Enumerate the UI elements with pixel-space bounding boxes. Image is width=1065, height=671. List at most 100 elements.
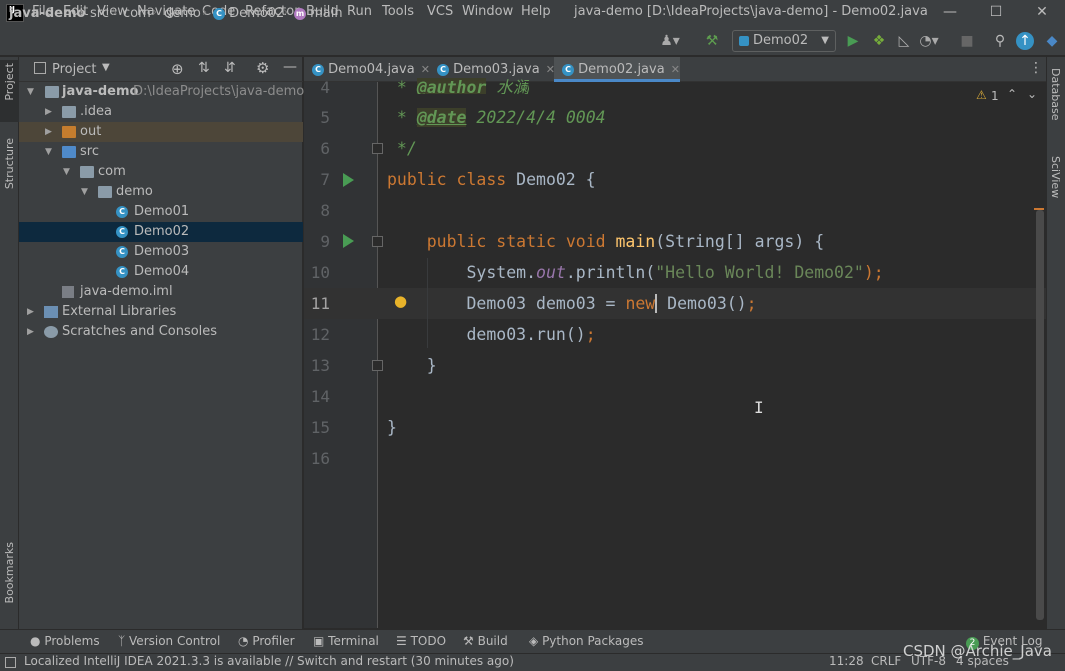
tree-item-src[interactable]: ▼ src bbox=[19, 142, 303, 162]
breadcrumb-project[interactable]: java-demo bbox=[9, 6, 85, 21]
breadcrumb-class[interactable]: C Demo02 bbox=[213, 6, 284, 21]
tree-item-label: .idea bbox=[80, 104, 112, 119]
class-icon: C bbox=[116, 246, 128, 258]
project-panel-title[interactable]: Project bbox=[52, 62, 96, 77]
chevron-down-icon[interactable]: ⌄ bbox=[1027, 87, 1037, 101]
version-control-tool-button[interactable]: ᛉ Version Control bbox=[118, 634, 220, 648]
chevron-right-icon: › bbox=[79, 5, 85, 20]
run-icon[interactable]: ▶ bbox=[843, 31, 863, 51]
profiler-tool-button[interactable]: ◔ Profiler bbox=[238, 634, 295, 648]
menu-vcs[interactable]: VCS bbox=[427, 4, 453, 19]
tree-item-out[interactable]: ▶ out bbox=[19, 122, 303, 142]
tree-item-demo[interactable]: ▼ demo bbox=[19, 182, 303, 202]
close-icon[interactable]: ✕ bbox=[1019, 1, 1065, 25]
run-class-icon[interactable] bbox=[343, 173, 354, 187]
build-hammer-icon[interactable]: ⚒ bbox=[702, 31, 722, 51]
tool-label: Terminal bbox=[328, 634, 379, 648]
excluded-folder-icon bbox=[62, 126, 76, 138]
terminal-icon: ▣ bbox=[313, 634, 325, 648]
tree-item-external-libraries[interactable]: ▶ External Libraries bbox=[19, 302, 303, 322]
tool-label: Python Packages bbox=[542, 634, 644, 648]
libraries-icon bbox=[44, 306, 58, 318]
run-configuration-select[interactable]: Demo02 ▼ bbox=[732, 30, 836, 52]
coverage-icon[interactable]: ◺ bbox=[894, 31, 914, 51]
menu-run[interactable]: Run bbox=[347, 4, 372, 19]
tool-label: Problems bbox=[44, 634, 100, 648]
tab-demo02[interactable]: C Demo02.java ✕ bbox=[554, 57, 680, 82]
run-main-icon[interactable] bbox=[343, 234, 354, 248]
bookmarks-tool-tab[interactable]: Bookmarks bbox=[0, 540, 19, 620]
tree-item-path-hint: D:\IdeaProjects\java-demo bbox=[133, 84, 305, 99]
fold-icon[interactable] bbox=[372, 360, 383, 371]
fold-icon[interactable] bbox=[372, 143, 383, 154]
warning-icon[interactable]: ⚠ bbox=[976, 88, 987, 102]
breadcrumb-com[interactable]: com bbox=[123, 6, 151, 21]
profiler-icon: ◔ bbox=[238, 634, 249, 648]
line-number: 5 bbox=[320, 108, 330, 127]
run-config-icon bbox=[739, 35, 749, 46]
menu-tools[interactable]: Tools bbox=[382, 4, 414, 19]
project-tool-tab[interactable]: Project bbox=[0, 60, 19, 122]
code-line-13: } bbox=[387, 356, 437, 375]
chevron-up-icon[interactable]: ⌃ bbox=[1007, 87, 1017, 101]
breadcrumb-src[interactable]: src bbox=[90, 6, 109, 21]
right-tool-strip bbox=[1046, 57, 1065, 653]
locate-target-icon[interactable]: ⊕ bbox=[171, 60, 184, 78]
chevron-down-icon[interactable]: ▼ bbox=[102, 62, 110, 73]
tree-item-idea[interactable]: ▶ .idea bbox=[19, 102, 303, 122]
caret-position[interactable]: 11:28 bbox=[829, 654, 864, 668]
debug-icon[interactable]: ❖ bbox=[869, 31, 889, 51]
minimize-icon[interactable]: — bbox=[927, 1, 973, 25]
search-icon[interactable]: ⚲ bbox=[990, 31, 1010, 51]
class-icon: C bbox=[116, 226, 128, 238]
database-tool-tab[interactable]: Database bbox=[1047, 64, 1065, 134]
code-line-11: Demo03 demo03 = new Demo03(); bbox=[466, 294, 757, 313]
build-tool-button[interactable]: ⚒ Build bbox=[463, 634, 508, 648]
terminal-tool-button[interactable]: ▣ Terminal bbox=[313, 634, 379, 648]
tree-item-demo02[interactable]: C Demo02 bbox=[19, 222, 303, 242]
line-number: 14 bbox=[310, 387, 330, 406]
breadcrumb-demo[interactable]: demo bbox=[164, 6, 201, 21]
user-icon[interactable]: ♟▾ bbox=[660, 31, 680, 51]
todo-tool-button[interactable]: ☰ TODO bbox=[396, 634, 446, 648]
collapse-all-icon[interactable]: ⇵ bbox=[224, 60, 236, 76]
menu-help[interactable]: Help bbox=[521, 4, 551, 19]
editor-scrollbar[interactable] bbox=[1036, 210, 1044, 620]
sciview-tool-label: SciView bbox=[1049, 156, 1062, 199]
python-packages-tool-button[interactable]: ◈ Python Packages bbox=[529, 634, 643, 648]
tree-item-com[interactable]: ▼ com bbox=[19, 162, 303, 182]
problems-tool-button[interactable]: ● Problems bbox=[30, 634, 100, 648]
plugin-icon[interactable]: ◆ bbox=[1042, 31, 1062, 51]
line-separator[interactable]: CRLF bbox=[871, 654, 901, 668]
breadcrumb-class-label: Demo02 bbox=[229, 6, 285, 21]
menu-window[interactable]: Window bbox=[462, 4, 513, 19]
maximize-icon[interactable]: ☐ bbox=[973, 1, 1019, 25]
tree-item-java-demo[interactable]: ▼ java-demo D:\IdeaProjects\java-demo bbox=[19, 82, 305, 102]
tree-item-demo01[interactable]: C Demo01 bbox=[19, 202, 303, 222]
hide-panel-icon[interactable]: — bbox=[283, 59, 297, 75]
method-icon: m bbox=[294, 7, 306, 20]
structure-tool-tab[interactable]: Structure bbox=[0, 136, 19, 206]
toggle-tool-windows-icon[interactable] bbox=[5, 657, 16, 668]
profile-icon[interactable]: ◔▾ bbox=[919, 31, 939, 51]
todo-icon: ☰ bbox=[396, 634, 407, 648]
class-icon: C bbox=[562, 63, 574, 76]
status-message[interactable]: Localized IntelliJ IDEA 2021.3.3 is avai… bbox=[24, 654, 514, 668]
expand-all-icon[interactable]: ⇅ bbox=[198, 60, 210, 76]
more-tabs-icon[interactable]: ⋮ bbox=[1029, 60, 1043, 76]
package-icon bbox=[98, 186, 112, 198]
tree-item-demo04[interactable]: C Demo04 bbox=[19, 262, 303, 282]
close-tab-icon[interactable]: ✕ bbox=[671, 63, 680, 76]
update-icon[interactable]: ↑ bbox=[1016, 32, 1034, 50]
sciview-tool-tab[interactable]: SciView bbox=[1047, 152, 1065, 212]
tree-item-scratches[interactable]: ▶ Scratches and Consoles bbox=[19, 322, 303, 342]
tree-item-iml[interactable]: java-demo.iml bbox=[19, 282, 303, 302]
tree-item-demo03[interactable]: C Demo03 bbox=[19, 242, 303, 262]
breadcrumb-method[interactable]: m main bbox=[294, 6, 343, 21]
fold-icon[interactable] bbox=[372, 236, 383, 247]
stop-icon[interactable]: ■ bbox=[957, 31, 977, 51]
gear-icon[interactable]: ⚙ bbox=[256, 59, 269, 77]
line-number: 8 bbox=[320, 201, 330, 220]
tree-item-label: demo bbox=[116, 184, 153, 199]
chevron-down-icon: ▼ bbox=[63, 167, 70, 177]
